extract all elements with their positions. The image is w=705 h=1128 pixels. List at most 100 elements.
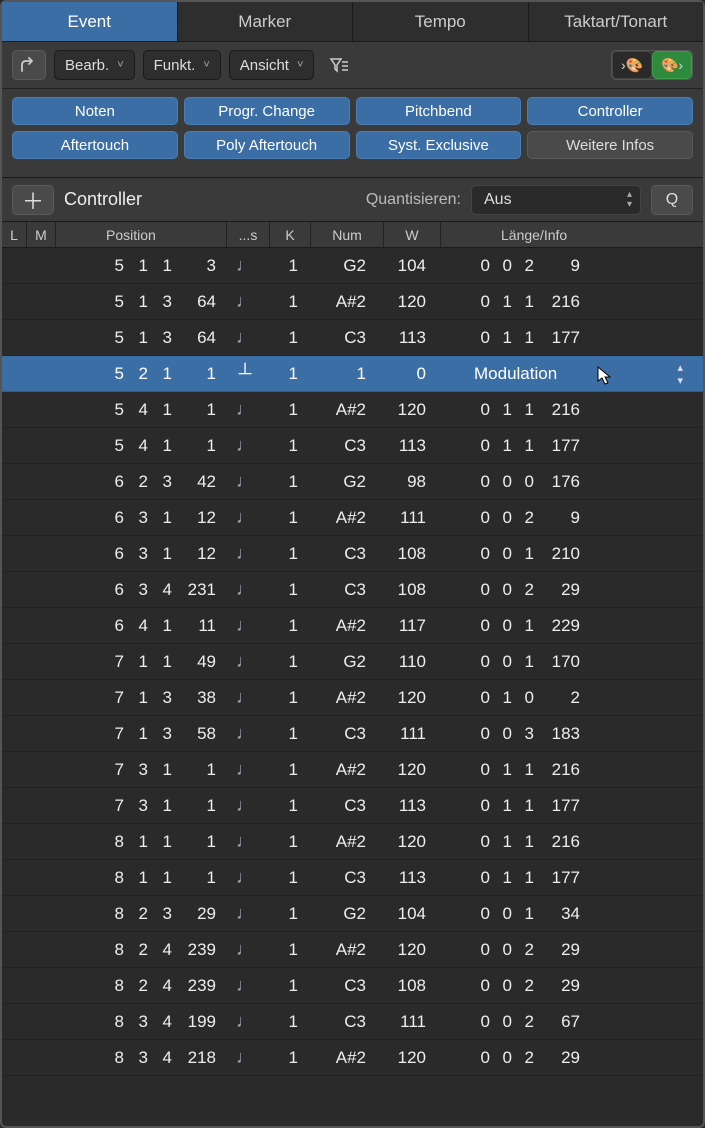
- num-cell[interactable]: A#2: [306, 688, 378, 708]
- num-cell[interactable]: A#2: [306, 940, 378, 960]
- event-row[interactable]: 7 3 1 1 ♩ 1 C3 113 0 1 1 177: [2, 788, 703, 824]
- color-palette-in-icon[interactable]: ›🎨: [612, 51, 652, 79]
- num-cell[interactable]: C3: [306, 724, 378, 744]
- position-cell[interactable]: 5 1 3 64: [54, 292, 224, 312]
- channel-cell[interactable]: 1: [266, 508, 306, 528]
- num-cell[interactable]: A#2: [306, 292, 378, 312]
- position-cell[interactable]: 7 3 1 1: [54, 760, 224, 780]
- value-cell[interactable]: 98: [378, 472, 434, 492]
- value-cell[interactable]: 113: [378, 328, 434, 348]
- channel-cell[interactable]: 1: [266, 400, 306, 420]
- col-header-value[interactable]: W: [384, 227, 440, 243]
- col-header-L[interactable]: L: [2, 227, 26, 243]
- value-cell[interactable]: 111: [378, 724, 434, 744]
- value-cell[interactable]: 120: [378, 688, 434, 708]
- position-cell[interactable]: 5 2 1 1: [54, 364, 224, 384]
- num-cell[interactable]: G2: [306, 904, 378, 924]
- num-cell[interactable]: A#2: [306, 616, 378, 636]
- col-header-status[interactable]: ...s: [227, 227, 269, 243]
- insert-type-label[interactable]: Controller: [64, 189, 142, 210]
- filter-sysex[interactable]: Syst. Exclusive: [356, 131, 522, 159]
- event-row[interactable]: 8 1 1 1 ♩ 1 A#2 120 0 1 1 216: [2, 824, 703, 860]
- num-cell[interactable]: C3: [306, 436, 378, 456]
- num-cell[interactable]: G2: [306, 256, 378, 276]
- quantize-button[interactable]: Q: [651, 185, 693, 215]
- position-cell[interactable]: 8 2 4 239: [54, 976, 224, 996]
- num-cell[interactable]: A#2: [306, 508, 378, 528]
- value-cell[interactable]: 120: [378, 400, 434, 420]
- channel-cell[interactable]: 1: [266, 580, 306, 600]
- num-cell[interactable]: C3: [306, 328, 378, 348]
- num-cell[interactable]: C3: [306, 544, 378, 564]
- col-header-M[interactable]: M: [27, 227, 55, 243]
- value-cell[interactable]: 108: [378, 976, 434, 996]
- value-cell[interactable]: 108: [378, 580, 434, 600]
- channel-cell[interactable]: 1: [266, 904, 306, 924]
- value-cell[interactable]: 110: [378, 652, 434, 672]
- filter-more-info[interactable]: Weitere Infos: [527, 131, 693, 159]
- channel-cell[interactable]: 1: [266, 1048, 306, 1068]
- tab-marker[interactable]: Marker: [178, 2, 354, 41]
- event-row[interactable]: 7 1 3 38 ♩ 1 A#2 120 0 1 0 2: [2, 680, 703, 716]
- channel-cell[interactable]: 1: [266, 328, 306, 348]
- channel-cell[interactable]: 1: [266, 544, 306, 564]
- num-cell[interactable]: C3: [306, 796, 378, 816]
- value-cell[interactable]: 104: [378, 256, 434, 276]
- channel-cell[interactable]: 1: [266, 796, 306, 816]
- channel-cell[interactable]: 1: [266, 652, 306, 672]
- event-row[interactable]: 5 1 3 64 ♩ 1 C3 113 0 1 1 177: [2, 320, 703, 356]
- position-cell[interactable]: 8 2 3 29: [54, 904, 224, 924]
- position-cell[interactable]: 8 1 1 1: [54, 868, 224, 888]
- channel-cell[interactable]: 1: [266, 832, 306, 852]
- value-cell[interactable]: 111: [378, 1012, 434, 1032]
- quantize-select[interactable]: Aus ▴▾: [471, 185, 641, 215]
- event-row[interactable]: 7 3 1 1 ♩ 1 A#2 120 0 1 1 216: [2, 752, 703, 788]
- value-cell[interactable]: 117: [378, 616, 434, 636]
- col-header-num[interactable]: Num: [311, 227, 383, 243]
- value-cell[interactable]: 104: [378, 904, 434, 924]
- event-row[interactable]: 8 2 4 239 ♩ 1 C3 108 0 0 2 29: [2, 968, 703, 1004]
- num-cell[interactable]: C3: [306, 976, 378, 996]
- position-cell[interactable]: 6 4 1 11: [54, 616, 224, 636]
- event-row[interactable]: 8 3 4 218 ♩ 1 A#2 120 0 0 2 29: [2, 1040, 703, 1076]
- position-cell[interactable]: 8 3 4 199: [54, 1012, 224, 1032]
- channel-cell[interactable]: 1: [266, 292, 306, 312]
- num-cell[interactable]: A#2: [306, 760, 378, 780]
- col-header-channel[interactable]: K: [270, 227, 310, 243]
- num-cell[interactable]: C3: [306, 1012, 378, 1032]
- num-cell[interactable]: A#2: [306, 832, 378, 852]
- value-cell[interactable]: 111: [378, 508, 434, 528]
- event-row[interactable]: 5 1 1 3 ♩ 1 G2 104 0 0 2 9: [2, 248, 703, 284]
- value-cell[interactable]: 113: [378, 868, 434, 888]
- event-row[interactable]: 8 2 4 239 ♩ 1 A#2 120 0 0 2 29: [2, 932, 703, 968]
- event-row[interactable]: 6 3 1 12 ♩ 1 C3 108 0 0 1 210: [2, 536, 703, 572]
- value-cell[interactable]: 120: [378, 940, 434, 960]
- filter-controller[interactable]: Controller: [527, 97, 693, 125]
- position-cell[interactable]: 6 3 1 12: [54, 508, 224, 528]
- value-cell[interactable]: 113: [378, 436, 434, 456]
- num-cell[interactable]: G2: [306, 652, 378, 672]
- view-menu[interactable]: Ansicht˅: [229, 50, 315, 80]
- position-cell[interactable]: 8 2 4 239: [54, 940, 224, 960]
- channel-cell[interactable]: 1: [266, 760, 306, 780]
- filter-aftertouch[interactable]: Aftertouch: [12, 131, 178, 159]
- event-row[interactable]: 6 3 1 12 ♩ 1 A#2 111 0 0 2 9: [2, 500, 703, 536]
- event-row[interactable]: 5 4 1 1 ♩ 1 C3 113 0 1 1 177: [2, 428, 703, 464]
- channel-cell[interactable]: 1: [266, 472, 306, 492]
- value-cell[interactable]: 120: [378, 832, 434, 852]
- value-cell[interactable]: 120: [378, 1048, 434, 1068]
- num-cell[interactable]: A#2: [306, 400, 378, 420]
- add-event-button[interactable]: ＋: [12, 185, 54, 215]
- value-cell[interactable]: 113: [378, 796, 434, 816]
- channel-cell[interactable]: 1: [266, 940, 306, 960]
- position-cell[interactable]: 6 2 3 42: [54, 472, 224, 492]
- position-cell[interactable]: 6 3 1 12: [54, 544, 224, 564]
- position-cell[interactable]: 7 1 3 38: [54, 688, 224, 708]
- channel-cell[interactable]: 1: [266, 1012, 306, 1032]
- channel-cell[interactable]: 1: [266, 364, 306, 384]
- position-cell[interactable]: 5 4 1 1: [54, 436, 224, 456]
- value-cell[interactable]: 120: [378, 760, 434, 780]
- edit-menu[interactable]: Bearb.˅: [54, 50, 135, 80]
- channel-cell[interactable]: 1: [266, 616, 306, 636]
- channel-cell[interactable]: 1: [266, 256, 306, 276]
